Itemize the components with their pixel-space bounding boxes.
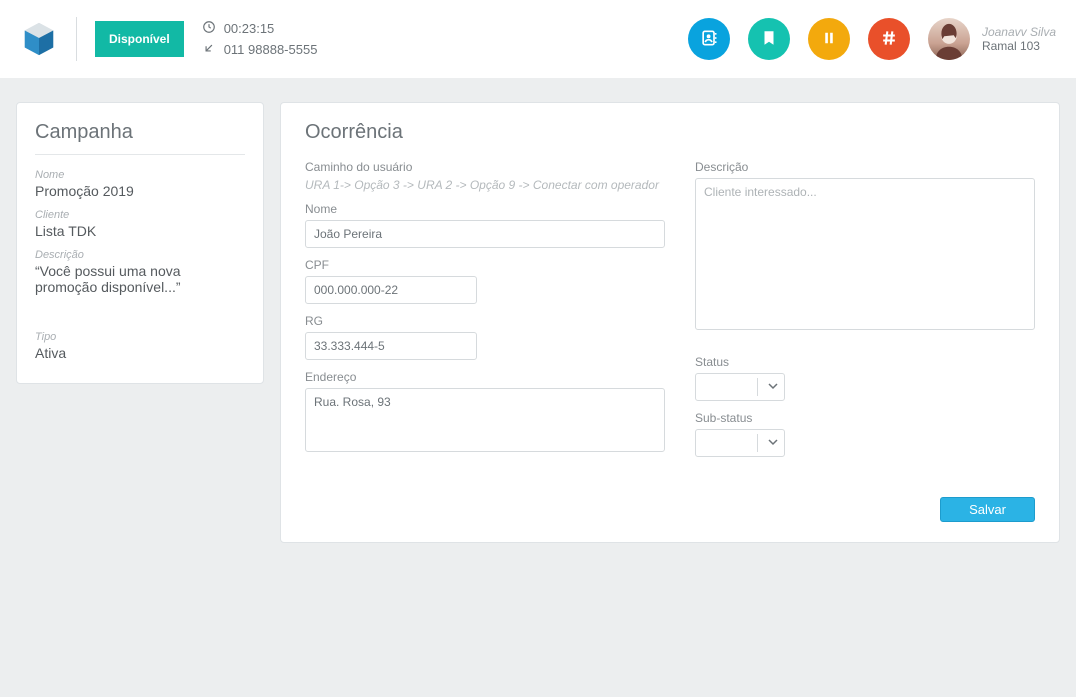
app-header: Disponível 00:23:15 011 98888-5555: [0, 0, 1076, 78]
address-input[interactable]: [305, 388, 665, 452]
user-name: Joanavv Silva: [982, 25, 1056, 39]
campaign-client-label: Cliente: [35, 209, 245, 221]
occurrence-panel: Ocorrência Caminho do usuário URA 1-> Op…: [280, 102, 1060, 543]
contacts-button[interactable]: [688, 18, 730, 60]
substatus-label: Sub-status: [695, 411, 1035, 425]
description-label: Descrição: [695, 160, 1035, 174]
name-label: Nome: [305, 202, 665, 216]
call-phone-number: 011 98888-5555: [224, 42, 318, 57]
cpf-input[interactable]: [305, 276, 477, 304]
campaign-name-value: Promoção 2019: [35, 183, 245, 199]
campaign-client-value: Lista TDK: [35, 223, 245, 239]
hash-icon: [879, 28, 899, 51]
hash-button[interactable]: [868, 18, 910, 60]
status-select[interactable]: [695, 373, 785, 401]
user-block[interactable]: Joanavv Silva Ramal 103: [928, 18, 1056, 60]
campaign-panel: Campanha Nome Promoção 2019 Cliente List…: [16, 102, 264, 384]
status-label: Status: [695, 355, 1035, 369]
campaign-name-label: Nome: [35, 169, 245, 181]
user-extension: Ramal 103: [982, 39, 1056, 53]
bookmark-icon: [760, 29, 778, 50]
rg-label: RG: [305, 314, 665, 328]
call-timer: 00:23:15: [224, 21, 275, 36]
occurrence-title: Ocorrência: [305, 121, 1035, 144]
app-logo: [20, 20, 58, 58]
user-path-label: Caminho do usuário: [305, 160, 665, 174]
name-input[interactable]: [305, 220, 665, 248]
campaign-title: Campanha: [35, 121, 245, 155]
contacts-icon: [699, 28, 719, 51]
address-label: Endereço: [305, 370, 665, 384]
pause-icon: [820, 29, 838, 50]
save-button[interactable]: Salvar: [940, 497, 1035, 522]
substatus-select[interactable]: [695, 429, 785, 457]
campaign-type-value: Ativa: [35, 345, 245, 361]
bookmark-button[interactable]: [748, 18, 790, 60]
chevron-down-icon: [768, 380, 778, 394]
campaign-type-label: Tipo: [35, 331, 245, 343]
description-input[interactable]: [695, 178, 1035, 330]
pause-button[interactable]: [808, 18, 850, 60]
campaign-desc-label: Descrição: [35, 249, 245, 261]
call-info: 00:23:15 011 98888-5555: [202, 20, 318, 58]
campaign-desc-value: “Você possui uma nova promoção disponíve…: [35, 263, 245, 295]
header-divider: [76, 17, 77, 61]
availability-status-button[interactable]: Disponível: [95, 21, 184, 57]
clock-icon: [202, 20, 216, 37]
rg-input[interactable]: [305, 332, 477, 360]
avatar: [928, 18, 970, 60]
chevron-down-icon: [768, 436, 778, 450]
cpf-label: CPF: [305, 258, 665, 272]
incoming-call-icon: [202, 41, 216, 58]
user-path-value: URA 1-> Opção 3 -> URA 2 -> Opção 9 -> C…: [305, 178, 665, 192]
